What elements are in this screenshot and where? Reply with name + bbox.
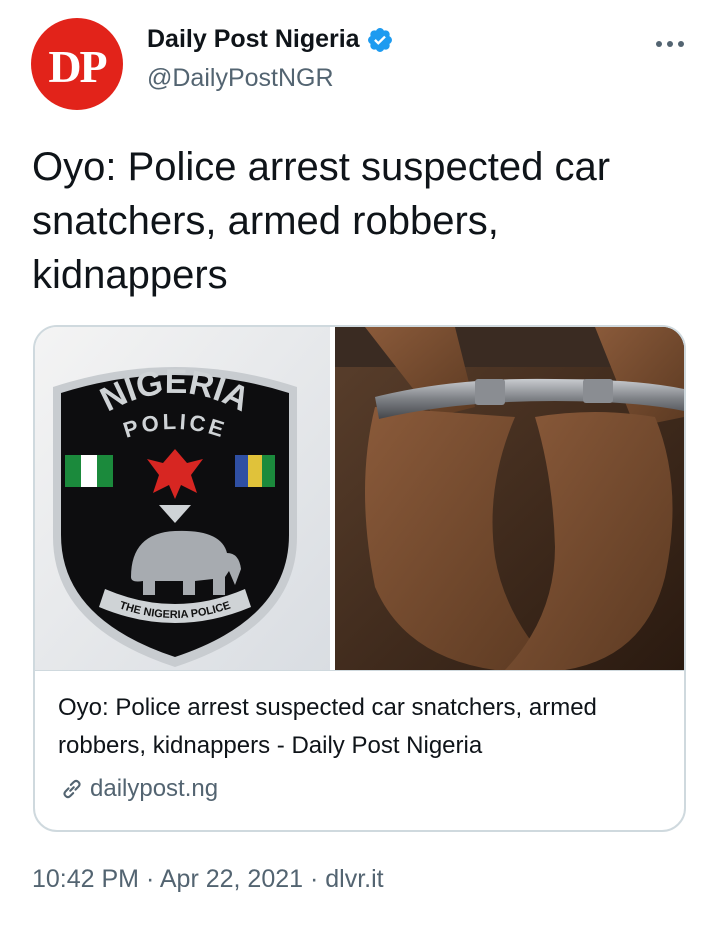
card-title[interactable]: Oyo: Police arrest suspected car snatche… [58,689,668,765]
avatar-text: DP [48,40,107,92]
tweet-header: DP Daily Post Nigeria @DailyPostNGR [0,0,720,120]
tweet-meta: 10:42 PM · Apr 22, 2021 · dlvr.it [32,865,384,894]
meta-separator: · [310,865,319,893]
card-domain[interactable]: dailypost.ng [58,775,218,803]
author-name-row[interactable]: Daily Post Nigeria [147,25,394,54]
card-text[interactable]: Oyo: Police arrest suspected car snatche… [35,670,684,830]
card-domain-text: dailypost.ng [90,775,219,802]
handcuffs-photo [335,327,684,670]
more-horizontal-icon[interactable] [650,34,690,54]
author-handle[interactable]: @DailyPostNGR [147,64,334,93]
tweet-time[interactable]: 10:42 PM [32,865,139,893]
author-name[interactable]: Daily Post Nigeria [147,25,360,54]
tweet-date[interactable]: Apr 22, 2021 [160,865,303,893]
avatar[interactable]: DP [31,18,123,110]
tweet-source[interactable]: dlvr.it [325,865,383,893]
verified-badge-icon [367,27,392,52]
card-image[interactable]: NIGERIA POLICE THE NIGERIA POLICE [35,327,684,670]
link-icon [63,779,81,799]
meta-separator: · [145,865,155,893]
tweet-text: Oyo: Police arrest suspected car snatche… [32,145,611,297]
link-card[interactable]: NIGERIA POLICE THE NIGERIA POLICE Oyo: P… [33,325,686,832]
